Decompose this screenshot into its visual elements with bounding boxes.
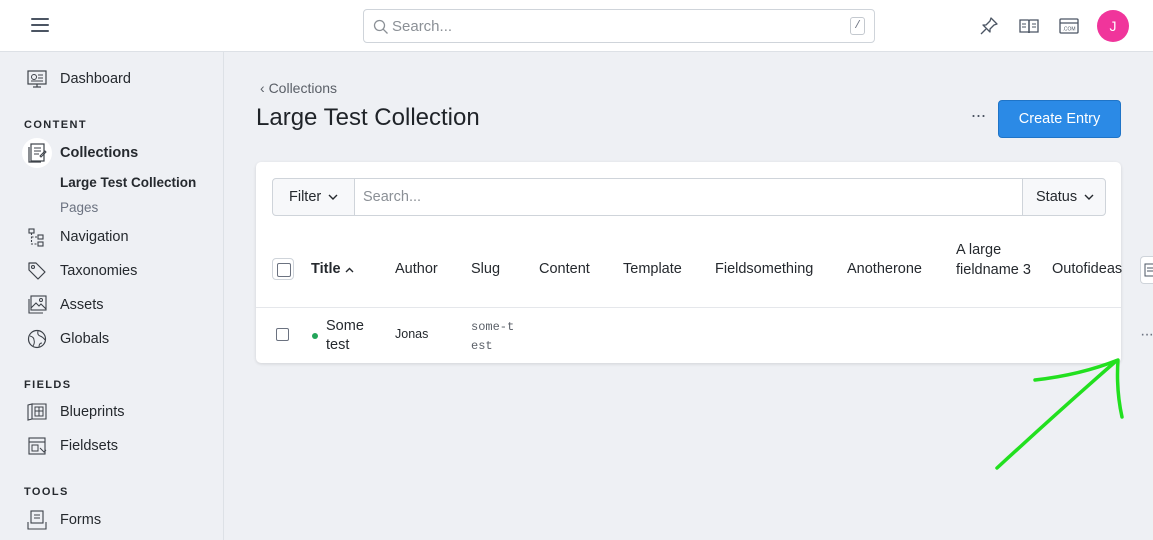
sidebar-item-label: Forms <box>60 512 102 528</box>
sidebar-item-blueprints[interactable]: Blueprints <box>26 401 124 423</box>
collections-icon <box>26 142 48 164</box>
column-header-outofideas[interactable]: Outofideas <box>1052 261 1122 277</box>
sidebar-item-collections[interactable]: Collections <box>26 142 138 164</box>
entry-title-link[interactable]: Some test <box>326 317 376 355</box>
sidebar-item-navigation[interactable]: Navigation <box>26 226 129 248</box>
select-all-checkbox[interactable] <box>272 258 294 280</box>
column-picker-button[interactable] <box>1140 256 1153 284</box>
column-header-anotherone[interactable]: Anotherone <box>847 261 922 277</box>
fieldset-icon <box>26 435 48 457</box>
sidebar-item-label: Dashboard <box>60 71 131 87</box>
entry-author: Jonas <box>395 327 429 341</box>
sidebar-item-assets[interactable]: Assets <box>26 294 104 316</box>
global-search[interactable]: / <box>363 9 875 43</box>
create-entry-button[interactable]: Create Entry <box>998 100 1121 138</box>
chevron-up-icon <box>345 267 354 273</box>
section-heading-tools: TOOLS <box>24 486 69 498</box>
sidebar-item-label: Blueprints <box>60 404 125 420</box>
status-filter-button[interactable]: Status <box>1022 178 1106 216</box>
column-header-content[interactable]: Content <box>539 261 590 277</box>
search-icon <box>373 19 388 34</box>
row-actions-button[interactable]: ··· <box>1140 326 1153 344</box>
column-header-fieldsomething[interactable]: Fieldsomething <box>715 261 813 277</box>
column-header-label: Title <box>311 261 341 277</box>
columns-icon <box>1144 263 1153 277</box>
section-heading-content: CONTENT <box>24 119 87 131</box>
tag-icon <box>26 260 48 282</box>
status-label: Status <box>1036 189 1078 205</box>
column-header-template[interactable]: Template <box>623 261 682 277</box>
global-search-input[interactable] <box>392 16 832 36</box>
sidebar-subitem-large-test-collection[interactable]: Large Test Collection <box>60 175 196 190</box>
listing-search-input[interactable] <box>355 179 1022 215</box>
blueprint-icon <box>26 401 48 423</box>
sidebar-subitem-pages[interactable]: Pages <box>60 200 98 215</box>
page-title: Large Test Collection <box>256 104 480 131</box>
sidebar-item-label: Fieldsets <box>60 438 119 454</box>
site-icon[interactable]: .COM <box>1058 15 1080 37</box>
filter-label: Filter <box>289 189 322 205</box>
filter-button[interactable]: Filter <box>272 178 355 216</box>
status-dot <box>312 333 318 339</box>
top-bar: / .COM J <box>0 0 1153 52</box>
breadcrumb-label: Collections <box>268 80 338 96</box>
dashboard-icon <box>26 68 48 90</box>
chevron-down-icon <box>1084 194 1094 200</box>
sidebar-item-label: Assets <box>60 297 104 313</box>
book-icon[interactable] <box>1018 15 1040 37</box>
entries-listing: Filter Status Title Author Slug Content … <box>256 162 1122 363</box>
image-icon <box>26 294 48 316</box>
chevron-down-icon <box>328 194 338 200</box>
forms-icon <box>26 509 48 531</box>
navigation-icon <box>26 226 48 248</box>
avatar[interactable]: J <box>1097 10 1129 42</box>
sidebar-item-dashboard[interactable]: Dashboard <box>26 68 131 90</box>
menu-icon[interactable] <box>31 18 49 34</box>
sidebar-item-label: Navigation <box>60 229 129 245</box>
sidebar-item-label: Globals <box>60 331 110 347</box>
entry-slug: some-test <box>471 320 515 353</box>
row-divider <box>256 307 1121 308</box>
pin-icon[interactable] <box>978 15 1000 37</box>
breadcrumb[interactable]: ‹ Collections <box>260 80 337 96</box>
listing-search[interactable] <box>354 178 1023 216</box>
column-header-title[interactable]: Title <box>311 261 354 277</box>
more-actions-button[interactable]: ··· <box>966 106 990 130</box>
section-heading-fields: FIELDS <box>24 379 72 391</box>
sidebar-item-forms[interactable]: Forms <box>26 509 101 531</box>
annotation-arrow <box>995 358 1124 470</box>
sidebar-item-label: Taxonomies <box>60 263 138 279</box>
search-shortcut: / <box>850 17 865 35</box>
svg-text:.COM: .COM <box>1062 27 1075 33</box>
chevron-left-icon: ‹ <box>260 80 269 96</box>
column-header-a-large-fieldname-3[interactable]: A large fieldname 3 <box>956 241 1036 280</box>
row-checkbox[interactable] <box>276 328 289 341</box>
column-header-author[interactable]: Author <box>395 261 438 277</box>
globe-icon <box>26 328 48 350</box>
sidebar-item-label: Collections <box>60 145 139 161</box>
sidebar-item-taxonomies[interactable]: Taxonomies <box>26 260 137 282</box>
sidebar-item-fieldsets[interactable]: Fieldsets <box>26 435 118 457</box>
sidebar-item-globals[interactable]: Globals <box>26 328 109 350</box>
column-header-slug[interactable]: Slug <box>471 261 500 277</box>
